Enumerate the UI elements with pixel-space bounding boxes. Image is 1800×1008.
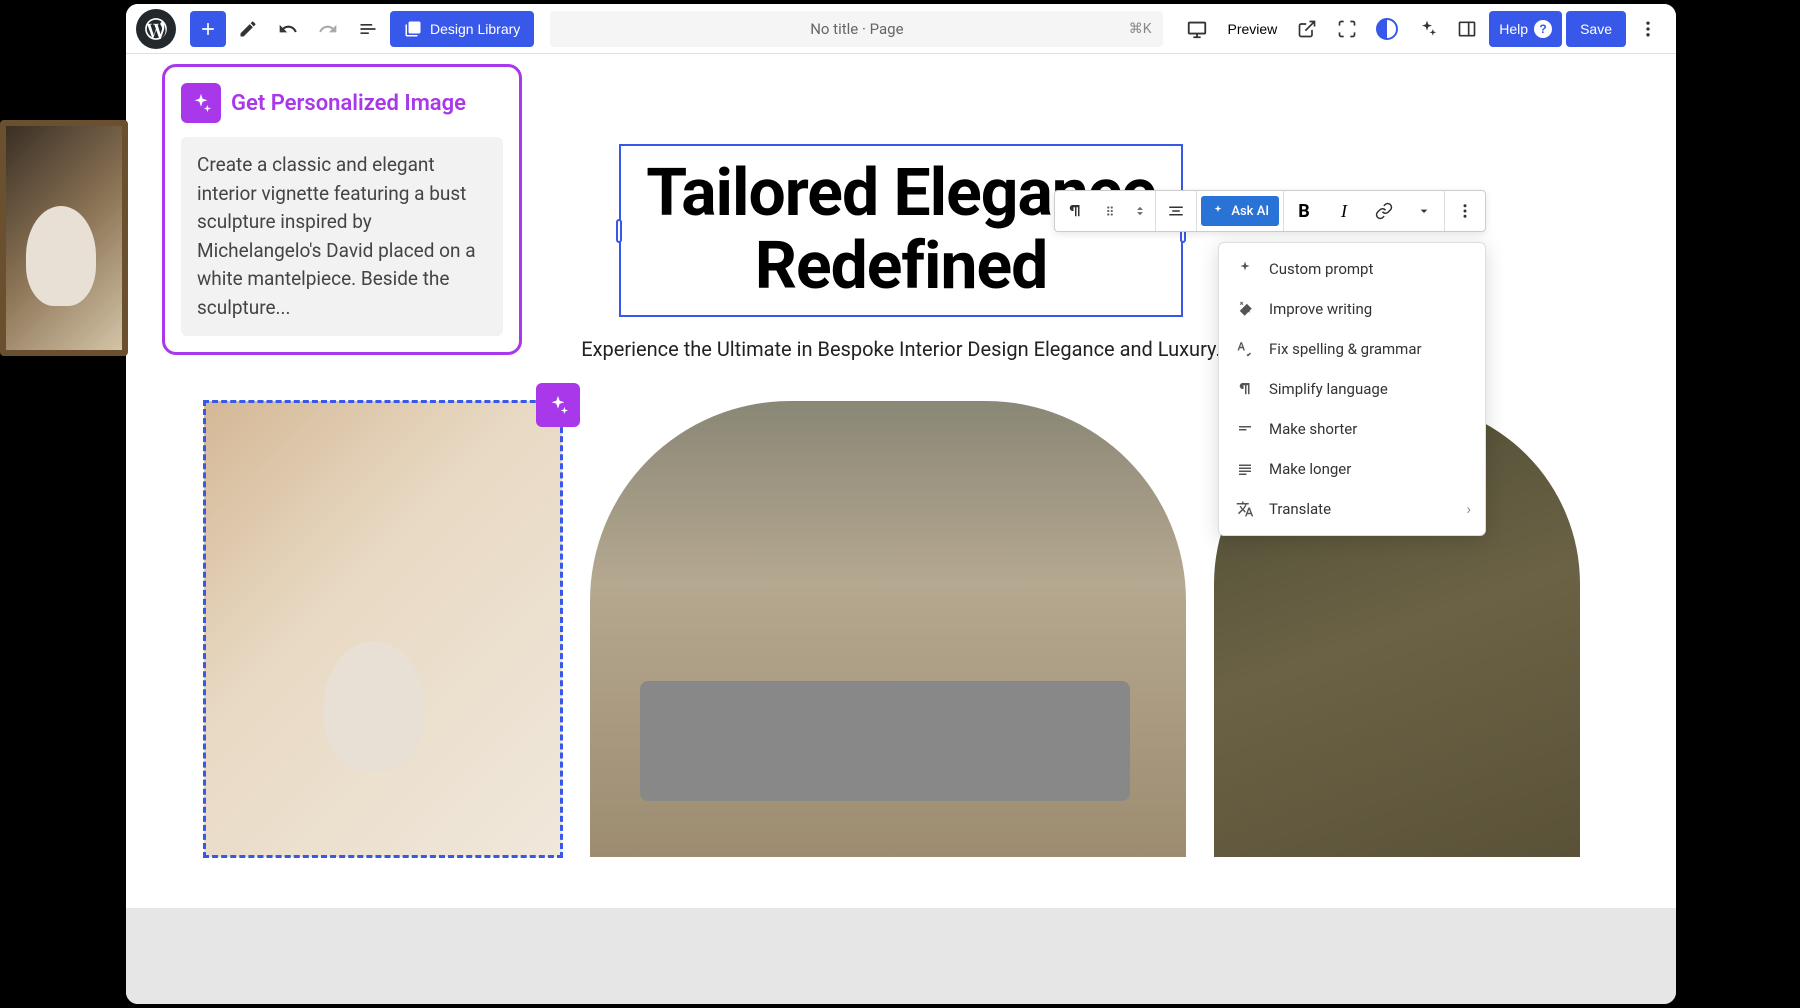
editor-window: Design Library No title · Page ⌘K Previe… <box>126 4 1676 1004</box>
save-label: Save <box>1580 21 1612 37</box>
bold-button[interactable]: B <box>1284 190 1324 232</box>
drag-handle[interactable] <box>1095 190 1125 232</box>
desktop-icon <box>1186 18 1208 40</box>
pencil-icon <box>238 19 258 39</box>
wand-icon <box>1235 299 1255 319</box>
sparkle-icon <box>1417 19 1437 39</box>
link-icon <box>1375 202 1393 220</box>
paragraph-icon <box>1235 379 1255 399</box>
help-label: Help <box>1499 21 1528 37</box>
top-toolbar: Design Library No title · Page ⌘K Previe… <box>126 4 1676 54</box>
more-options-button[interactable] <box>1630 11 1666 47</box>
list-view-button[interactable] <box>350 11 386 47</box>
ai-image-popup: Get Personalized Image Create a classic … <box>162 64 522 355</box>
align-icon <box>1167 202 1185 220</box>
ask-ai-label: Ask AI <box>1231 204 1269 219</box>
sparkle-icon <box>190 92 212 114</box>
design-library-label: Design Library <box>430 21 520 37</box>
document-title: No title · Page <box>810 20 903 38</box>
ai-preview-thumbnail <box>0 120 128 356</box>
ai-toolbar-button[interactable] <box>1409 11 1445 47</box>
drag-icon <box>1103 204 1117 218</box>
document-title-bar[interactable]: No title · Page ⌘K <box>550 11 1163 47</box>
italic-button[interactable]: I <box>1324 190 1364 232</box>
command-shortcut: ⌘K <box>1129 21 1152 37</box>
link-button[interactable] <box>1364 190 1404 232</box>
global-styles-button[interactable] <box>1369 11 1405 47</box>
edit-tool-button[interactable] <box>230 11 266 47</box>
menu-item-label: Make longer <box>1269 460 1351 478</box>
block-toolbar: Ask AI B I <box>1054 190 1486 232</box>
menu-item-label: Simplify language <box>1269 380 1388 398</box>
undo-icon <box>278 19 298 39</box>
save-button[interactable]: Save <box>1566 11 1626 47</box>
viewport-button[interactable] <box>1179 11 1215 47</box>
settings-panel-button[interactable] <box>1449 11 1485 47</box>
canvas-bottom-spacer <box>126 908 1676 1004</box>
preview-label: Preview <box>1227 21 1277 37</box>
italic-icon: I <box>1341 201 1347 222</box>
block-type-button[interactable] <box>1055 190 1095 232</box>
chevrons-icon <box>1133 202 1147 220</box>
image-block-2[interactable] <box>590 401 1186 857</box>
add-block-button[interactable] <box>190 11 226 47</box>
ai-menu-custom-prompt[interactable]: Custom prompt <box>1219 249 1485 289</box>
image-block-1[interactable] <box>204 401 562 857</box>
lines-long-icon <box>1235 459 1255 479</box>
sidebar-icon <box>1457 19 1477 39</box>
preview-button[interactable]: Preview <box>1219 11 1285 47</box>
ai-popup-title: Get Personalized Image <box>231 91 466 116</box>
fullscreen-icon <box>1337 19 1357 39</box>
chevron-right-icon: › <box>1466 500 1471 518</box>
translate-icon <box>1235 499 1255 519</box>
menu-item-label: Fix spelling & grammar <box>1269 340 1422 358</box>
menu-item-label: Translate <box>1269 500 1331 518</box>
ai-menu-fix-spelling[interactable]: Fix spelling & grammar <box>1219 329 1485 369</box>
undo-button[interactable] <box>270 11 306 47</box>
paragraph-icon <box>1066 202 1084 220</box>
menu-item-label: Improve writing <box>1269 300 1372 318</box>
sparkle-icon <box>1211 204 1225 218</box>
ai-actions-menu: Custom prompt Improve writing Fix spelli… <box>1218 242 1486 536</box>
external-link-button[interactable] <box>1289 11 1325 47</box>
library-icon <box>404 20 422 38</box>
ai-popup-header: Get Personalized Image <box>181 83 503 123</box>
sparkle-icon <box>547 394 569 416</box>
ai-image-badge[interactable] <box>536 383 580 427</box>
lines-short-icon <box>1235 419 1255 439</box>
ai-popup-sparkle-badge <box>181 83 221 123</box>
menu-item-label: Make shorter <box>1269 420 1357 438</box>
design-library-button[interactable]: Design Library <box>390 11 534 47</box>
ai-menu-make-shorter[interactable]: Make shorter <box>1219 409 1485 449</box>
move-buttons[interactable] <box>1125 190 1155 232</box>
help-button[interactable]: Help ? <box>1489 11 1562 47</box>
more-vertical-icon <box>1638 19 1658 39</box>
resize-handle-left[interactable] <box>616 219 622 243</box>
more-formatting-button[interactable] <box>1404 190 1444 232</box>
bold-icon: B <box>1298 201 1310 222</box>
ai-menu-make-longer[interactable]: Make longer <box>1219 449 1485 489</box>
help-badge-icon: ? <box>1534 20 1552 38</box>
wordpress-logo[interactable] <box>136 9 176 49</box>
ask-ai-button[interactable]: Ask AI <box>1201 196 1279 226</box>
ai-popup-prompt-text: Create a classic and elegant interior vi… <box>181 137 503 336</box>
external-link-icon <box>1297 19 1317 39</box>
outline-icon <box>358 19 378 39</box>
block-options-button[interactable] <box>1445 190 1485 232</box>
ai-menu-simplify[interactable]: Simplify language <box>1219 369 1485 409</box>
more-vertical-icon <box>1456 202 1474 220</box>
redo-icon <box>318 19 338 39</box>
spellcheck-icon <box>1235 339 1255 359</box>
chevron-down-icon <box>1416 203 1432 219</box>
ai-menu-translate[interactable]: Translate › <box>1219 489 1485 529</box>
sparkle-icon <box>1235 259 1255 279</box>
half-circle-icon <box>1376 18 1398 40</box>
menu-item-label: Custom prompt <box>1269 260 1373 278</box>
ai-menu-improve-writing[interactable]: Improve writing <box>1219 289 1485 329</box>
fullscreen-button[interactable] <box>1329 11 1365 47</box>
plus-icon <box>198 19 218 39</box>
redo-button[interactable] <box>310 11 346 47</box>
wordpress-icon <box>143 16 169 42</box>
align-button[interactable] <box>1156 190 1196 232</box>
